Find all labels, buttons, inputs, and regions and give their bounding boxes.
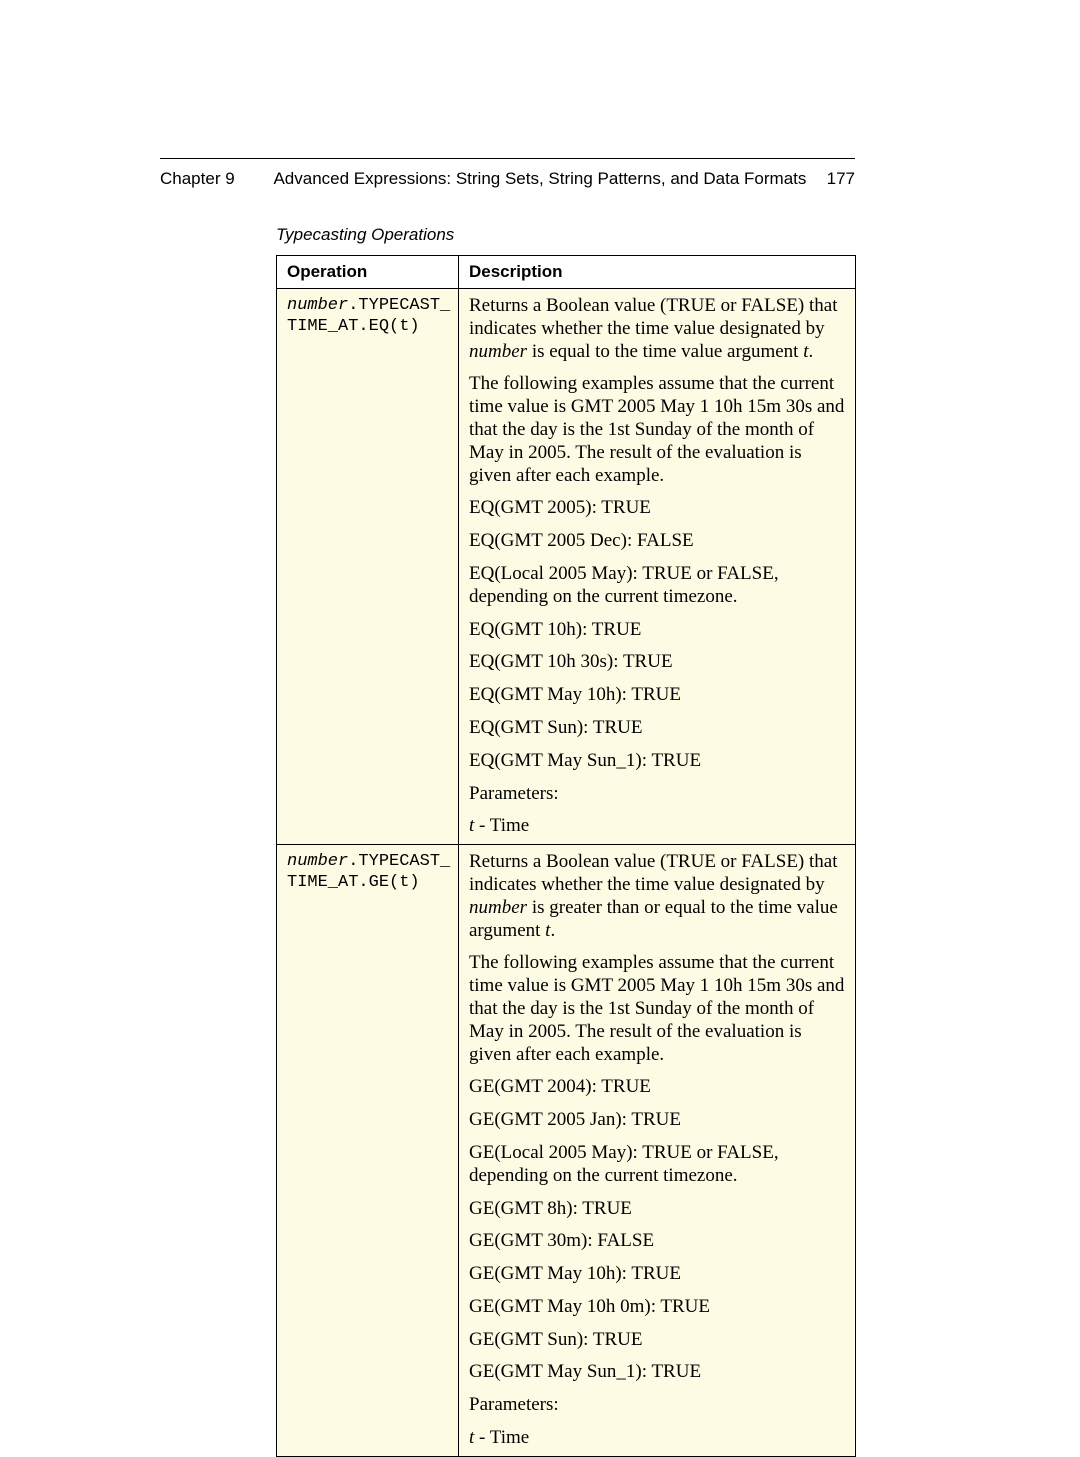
example-line: EQ(GMT 10h): TRUE [469,619,845,642]
parameters-label: Parameters: [469,1394,845,1417]
header-title: Advanced Expressions: String Sets, Strin… [273,169,806,189]
description-cell: Returns a Boolean value (TRUE or FALSE) … [459,845,856,1457]
example-line: EQ(GMT 2005 Dec): FALSE [469,530,845,553]
operation-number-token: number [287,852,348,871]
number-italic: number [469,341,527,362]
operation-code-line-2: TIME_AT.EQ(t) [287,316,448,337]
header-rule [160,158,855,159]
text: . [808,341,813,362]
description-assumption: The following examples assume that the c… [469,952,845,1066]
description-cell: Returns a Boolean value (TRUE or FALSE) … [459,289,856,845]
example-line: EQ(GMT May 10h): TRUE [469,684,845,707]
operation-number-token: number [287,296,348,315]
table-row: number.TYPECAST_ TIME_AT.GE(t) Returns a… [277,845,856,1457]
parameters-label: Parameters: [469,783,845,806]
text: Returns a Boolean value (TRUE or FALSE) … [469,295,838,339]
parameter-line: t - Time [469,815,845,838]
table-row: number.TYPECAST_ TIME_AT.EQ(t) Returns a… [277,289,856,845]
operation-cell: number.TYPECAST_ TIME_AT.GE(t) [277,845,459,1457]
operation-cell: number.TYPECAST_ TIME_AT.EQ(t) [277,289,459,845]
example-line: GE(Local 2005 May): TRUE or FALSE, depen… [469,1142,845,1188]
text: . [550,920,555,941]
col-header-description: Description [459,256,856,289]
col-header-operation: Operation [277,256,459,289]
example-line: GE(GMT Sun): TRUE [469,1329,845,1352]
example-line: EQ(GMT 2005): TRUE [469,497,845,520]
operation-code-line-1: .TYPECAST_ [348,852,450,871]
example-line: EQ(GMT May Sun_1): TRUE [469,750,845,773]
example-line: EQ(Local 2005 May): TRUE or FALSE, depen… [469,563,845,609]
example-line: GE(GMT May 10h): TRUE [469,1263,845,1286]
description-intro: Returns a Boolean value (TRUE or FALSE) … [469,851,845,942]
param-t-rest: - Time [474,815,529,836]
table-header-row: Operation Description [277,256,856,289]
example-line: GE(GMT 2005 Jan): TRUE [469,1109,845,1132]
description-assumption: The following examples assume that the c… [469,373,845,487]
example-line: GE(GMT 30m): FALSE [469,1230,845,1253]
operations-table: Operation Description number.TYPECAST_ T… [276,255,856,1457]
text: Returns a Boolean value (TRUE or FALSE) … [469,851,838,895]
param-t-rest: - Time [474,1427,529,1448]
example-line: GE(GMT 2004): TRUE [469,1076,845,1099]
example-line: GE(GMT May Sun_1): TRUE [469,1361,845,1384]
example-line: EQ(GMT Sun): TRUE [469,717,845,740]
text: is equal to the time value argument [527,341,803,362]
number-italic: number [469,897,527,918]
example-line: EQ(GMT 10h 30s): TRUE [469,651,845,674]
example-line: GE(GMT May 10h 0m): TRUE [469,1296,845,1319]
parameter-line: t - Time [469,1427,845,1450]
operation-code-line-1: .TYPECAST_ [348,296,450,315]
header-chapter: Chapter 9 [160,169,273,189]
running-header: Chapter 9 Advanced Expressions: String S… [160,169,855,189]
example-line: GE(GMT 8h): TRUE [469,1198,845,1221]
table-caption: Typecasting Operations [276,225,855,245]
header-page-number: 177 [806,169,855,189]
page: Chapter 9 Advanced Expressions: String S… [0,0,1080,1457]
description-intro: Returns a Boolean value (TRUE or FALSE) … [469,295,845,363]
operation-code-line-2: TIME_AT.GE(t) [287,872,448,893]
